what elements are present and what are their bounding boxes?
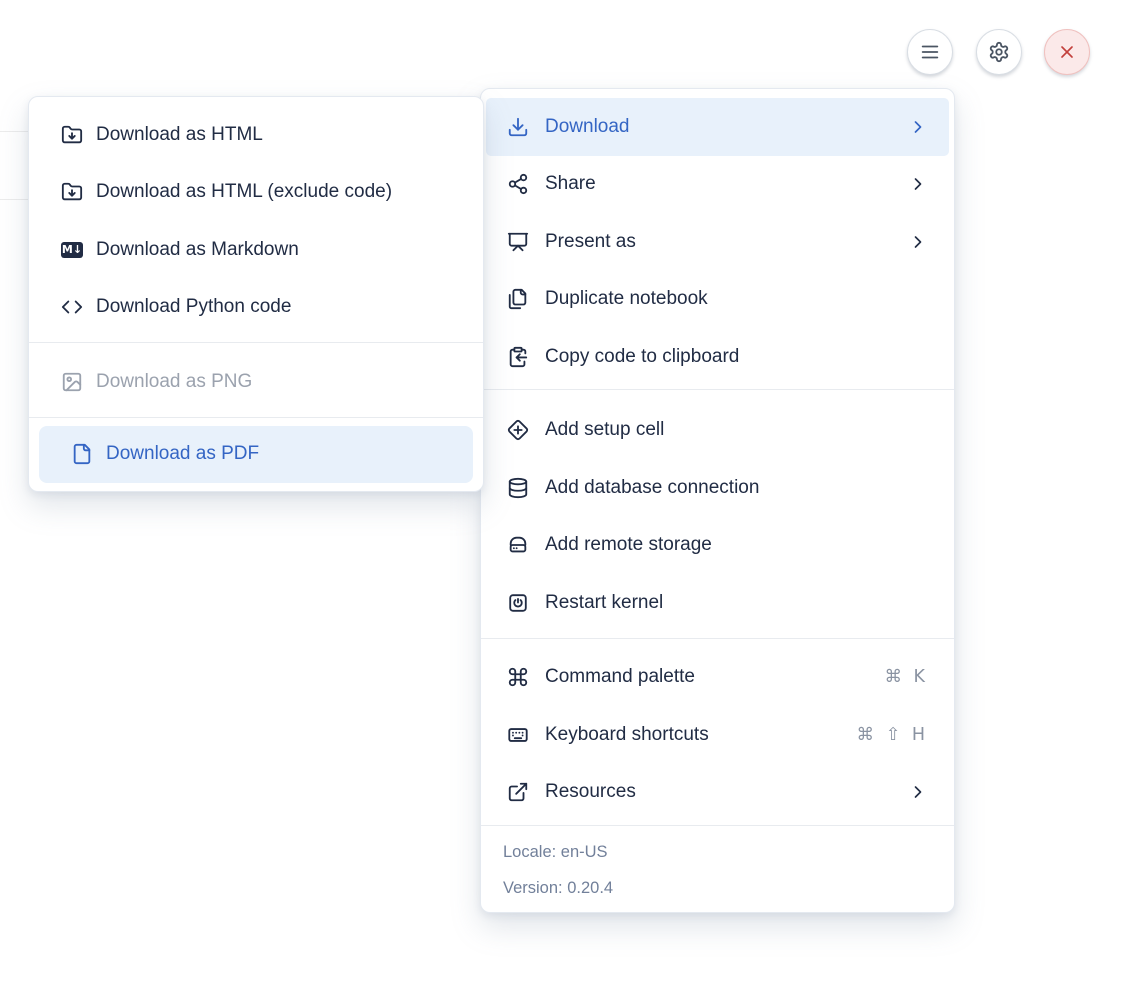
menu-item-label: Share — [545, 173, 596, 195]
hamburger-icon — [919, 41, 941, 63]
menu-item-add-database-connection[interactable]: Add database connection — [481, 459, 954, 517]
menu-item-present-as[interactable]: Present as — [481, 213, 954, 271]
close-notebook-button[interactable] — [1044, 29, 1090, 75]
hard-drive-icon — [506, 533, 530, 557]
locale-text: Locale: en-US — [503, 842, 608, 861]
download-submenu: Download as HTML Download as HTML (exclu… — [28, 96, 484, 492]
folder-down-icon — [61, 181, 83, 203]
menu-item-label: Restart kernel — [545, 591, 664, 613]
menu-item-label: Download — [545, 115, 630, 137]
submenu-item-label: Download as PNG — [96, 370, 253, 392]
submenu-item-download-markdown[interactable]: M↓ Download as Markdown — [29, 221, 483, 279]
menu-item-label: Add setup cell — [545, 419, 665, 441]
menu-item-label: Add remote storage — [545, 534, 712, 556]
command-icon — [506, 665, 530, 689]
background-rule-line — [0, 199, 30, 200]
close-icon — [1057, 42, 1077, 62]
menu-item-duplicate-notebook[interactable]: Duplicate notebook — [481, 271, 954, 329]
submenu-item-download-python-code[interactable]: Download Python code — [29, 279, 483, 337]
menu-item-keyboard-shortcuts[interactable]: Keyboard shortcuts ⌘ ⇧ H — [481, 706, 954, 764]
database-icon — [506, 476, 530, 500]
background-rule-line — [0, 131, 30, 132]
clipboard-copy-icon — [506, 345, 530, 369]
menu-divider — [481, 388, 954, 390]
share-icon — [506, 172, 530, 196]
menu-item-restart-kernel[interactable]: Restart kernel — [481, 574, 954, 632]
image-icon — [61, 371, 83, 393]
submenu-item-label: Download Python code — [96, 296, 292, 318]
diamond-plus-icon — [506, 418, 530, 442]
menu-item-command-palette[interactable]: Command palette ⌘ K — [481, 649, 954, 707]
menu-item-label: Keyboard shortcuts — [545, 723, 709, 745]
gear-icon — [988, 41, 1010, 63]
menu-divider — [481, 637, 954, 639]
download-icon — [506, 115, 530, 139]
menu-item-label: Resources — [545, 781, 636, 803]
keyboard-icon — [506, 723, 530, 747]
menu-footer: Locale: en-US Version: 0.20.4 — [481, 826, 954, 906]
submenu-item-download-png[interactable]: Download as PNG — [29, 353, 483, 411]
menu-divider — [29, 416, 483, 418]
code-icon — [61, 296, 83, 318]
chevron-right-icon — [908, 174, 928, 194]
shortcut-hint: ⌘ ⇧ H — [856, 724, 928, 745]
notebook-actions-menu: Download Share Present as Duplicate note… — [480, 88, 955, 913]
submenu-item-label: Download as HTML — [96, 123, 263, 145]
menu-item-share[interactable]: Share — [481, 156, 954, 214]
submenu-item-download-pdf[interactable]: Download as PDF — [39, 425, 473, 483]
submenu-item-download-html-exclude-code[interactable]: Download as HTML (exclude code) — [29, 164, 483, 222]
menu-item-add-setup-cell[interactable]: Add setup cell — [481, 402, 954, 460]
menu-item-label: Present as — [545, 230, 636, 252]
menu-item-resources[interactable]: Resources — [481, 764, 954, 822]
markdown-icon: M↓ — [61, 241, 83, 258]
menu-item-copy-code[interactable]: Copy code to clipboard — [481, 328, 954, 386]
version-text: Version: 0.20.4 — [503, 878, 614, 897]
chevron-right-icon — [908, 232, 928, 252]
submenu-item-label: Download as HTML (exclude code) — [96, 181, 393, 203]
duplicate-files-icon — [506, 287, 530, 311]
submenu-item-label: Download as PDF — [106, 443, 260, 465]
power-square-icon — [506, 591, 530, 615]
settings-button[interactable] — [976, 29, 1022, 75]
menu-item-label: Copy code to clipboard — [545, 345, 740, 367]
menu-item-label: Duplicate notebook — [545, 288, 708, 310]
external-link-icon — [506, 780, 530, 804]
menu-item-label: Add database connection — [545, 476, 760, 498]
folder-down-icon — [61, 124, 83, 146]
menu-item-add-remote-storage[interactable]: Add remote storage — [481, 517, 954, 575]
menu-item-download[interactable]: Download — [486, 98, 949, 156]
submenu-item-download-html[interactable]: Download as HTML — [29, 106, 483, 164]
chevron-right-icon — [908, 117, 928, 137]
menu-divider — [29, 342, 483, 343]
menu-item-label: Command palette — [545, 666, 695, 688]
shortcut-hint: ⌘ K — [884, 667, 928, 688]
submenu-item-label: Download as Markdown — [96, 238, 299, 260]
notebook-menu-button[interactable] — [907, 29, 953, 75]
presentation-icon — [506, 230, 530, 254]
file-icon — [71, 443, 93, 465]
chevron-right-icon — [908, 782, 928, 802]
